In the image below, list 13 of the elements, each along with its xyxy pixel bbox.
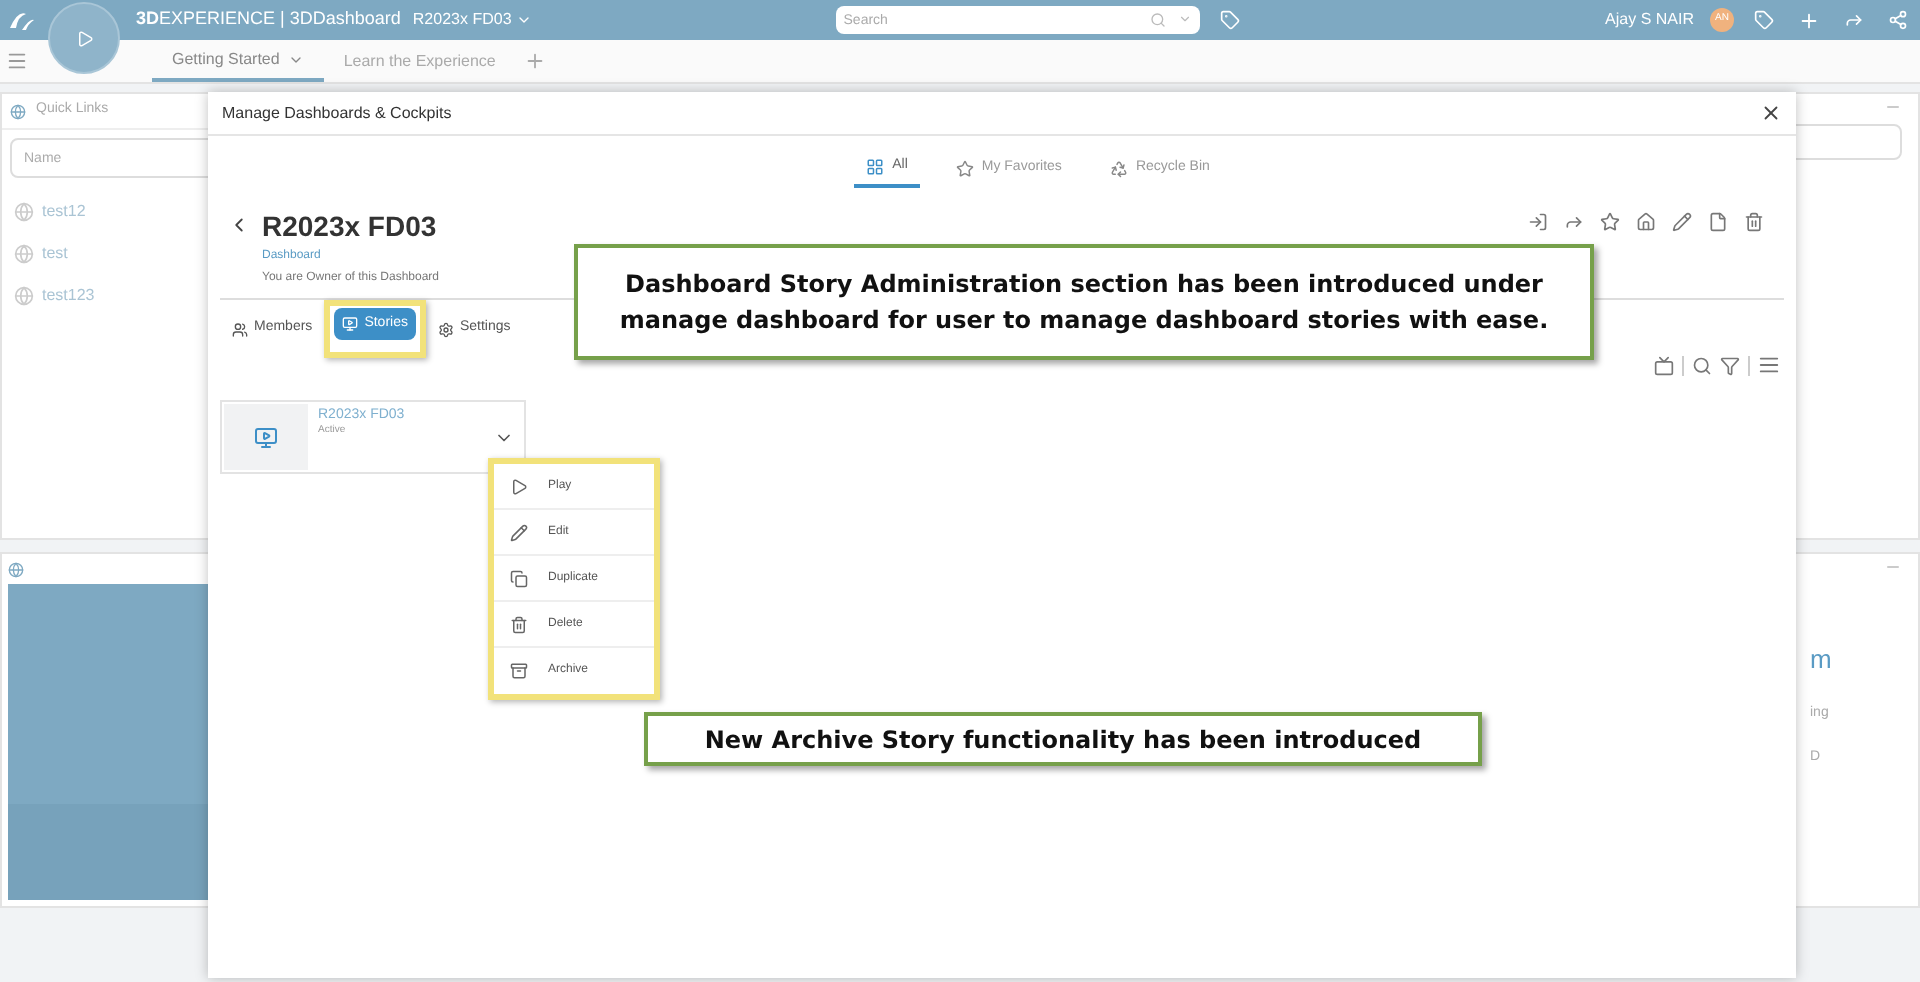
quick-link[interactable]: test — [42, 242, 68, 266]
callout: New Archive Story functionality has been introduced — [644, 712, 1482, 766]
quick-link[interactable]: test12 — [42, 200, 86, 224]
callout: Dashboard Story Administration section has been introduced under manage dashboard for user to manage dashboard stories with ease. — [574, 244, 1594, 360]
dashboard-tab[interactable]: Getting Started — [152, 40, 324, 82]
dashboard-name: R2023x FD03 — [262, 208, 439, 244]
quick-link[interactable]: test123 — [42, 284, 95, 308]
app-title: 3DEXPERIENCE | 3DDashboard — [136, 6, 401, 33]
user-name[interactable]: Ajay S NAIR — [1605, 8, 1694, 32]
dashboard-tab[interactable]: Learn the Experience — [323, 40, 516, 82]
dialog-title: Manage Dashboards & Cockpits — [222, 101, 452, 125]
widget-text: m — [1810, 642, 1832, 678]
dashboard-switcher[interactable]: R2023x FD03 — [412, 8, 532, 32]
